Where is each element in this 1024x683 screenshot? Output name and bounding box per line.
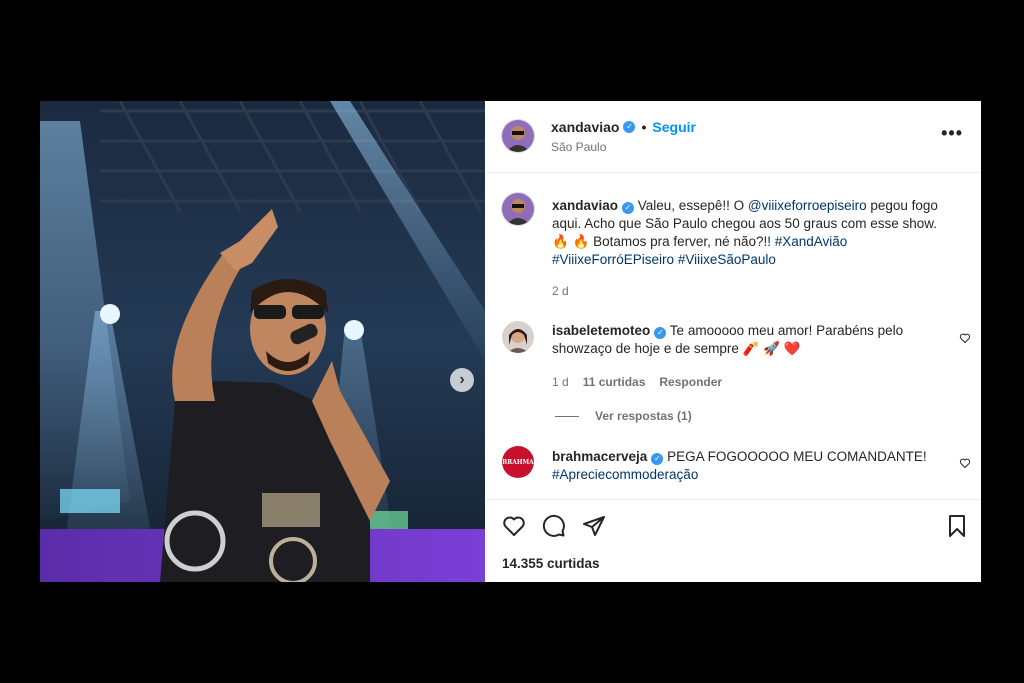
hashtag-link[interactable]: #XandAvião — [775, 234, 848, 249]
post-photo[interactable]: › — [40, 101, 485, 582]
separator: • — [641, 119, 647, 135]
post-dialog: › xandaviao ✓ • Seguir São Paulo ••• xan… — [40, 101, 981, 582]
more-icon[interactable]: ••• — [941, 123, 963, 144]
verified-icon: ✓ — [622, 202, 635, 214]
avatar-image — [502, 321, 534, 353]
post-sidebar: xandaviao ✓ • Seguir São Paulo ••• xanda… — [485, 101, 981, 582]
comment: brahmacerveja ✓ PEGA FOGOOOOO MEU COMANDA… — [552, 448, 942, 484]
hashtag-link[interactable]: #ViiixeForróEPiseiro — [552, 252, 674, 267]
chevron-right-icon: › — [459, 371, 465, 388]
caption-meta: 2 d — [552, 284, 569, 298]
avatar-image — [502, 120, 534, 152]
reply-button[interactable]: Responder — [659, 375, 722, 389]
comment: isabeletemoteo ✓ Te amooooo meu amor! Par… — [552, 322, 942, 358]
post-header: xandaviao ✓ • Seguir São Paulo ••• — [485, 101, 981, 173]
likes-count[interactable]: 14.355 curtidas — [502, 556, 600, 571]
action-bar: 14.355 curtidas — [485, 499, 981, 582]
bookmark-icon[interactable] — [945, 514, 969, 538]
avatar-image — [502, 193, 534, 225]
view-replies-button[interactable]: Ver respostas (1) — [555, 409, 692, 423]
comment-text: PEGA FOGOOOOO MEU COMANDANTE! — [663, 449, 927, 464]
heart-icon[interactable] — [959, 332, 971, 344]
verified-icon: ✓ — [654, 327, 667, 339]
mention-link[interactable]: @viiixeforroepiseiro — [748, 198, 867, 213]
caption-text-1: Valeu, essepê!! O — [634, 198, 748, 213]
hashtag-link[interactable]: #ViiixeSãoPaulo — [678, 252, 776, 267]
share-icon[interactable] — [582, 514, 606, 538]
follow-button[interactable]: Seguir — [652, 119, 696, 135]
heart-icon[interactable] — [502, 514, 526, 538]
divider — [555, 415, 579, 417]
brahma-logo: BRAHMA — [502, 458, 534, 466]
hashtag-link[interactable]: #Apreciecommoderação — [552, 467, 698, 482]
caption: xandaviao ✓ Valeu, essepê!! O @viiixeforr… — [552, 197, 952, 269]
avatar[interactable]: BRAHMA — [502, 446, 534, 478]
verified-icon: ✓ — [623, 121, 636, 133]
heart-icon[interactable] — [959, 457, 971, 469]
timestamp[interactable]: 2 d — [552, 284, 569, 298]
author-username[interactable]: xandaviao — [551, 119, 619, 135]
comment-icon[interactable] — [542, 514, 566, 538]
comment-meta: 1 d 11 curtidas Responder — [552, 375, 722, 389]
comment-likes[interactable]: 11 curtidas — [583, 375, 646, 389]
comment-username[interactable]: isabeletemoteo — [552, 323, 650, 338]
avatar[interactable] — [502, 193, 534, 225]
view-replies-label: Ver respostas (1) — [595, 409, 692, 423]
comment-username[interactable]: brahmacerveja — [552, 449, 647, 464]
concert-image — [40, 101, 485, 582]
timestamp[interactable]: 1 d — [552, 375, 569, 389]
location-link[interactable]: São Paulo — [551, 140, 606, 154]
verified-icon: ✓ — [651, 453, 664, 465]
comments-section: xandaviao ✓ Valeu, essepê!! O @viiixeforr… — [485, 173, 981, 498]
next-image-button[interactable]: › — [450, 368, 474, 392]
avatar[interactable] — [502, 321, 534, 353]
avatar[interactable] — [502, 120, 534, 152]
caption-username[interactable]: xandaviao — [552, 198, 618, 213]
